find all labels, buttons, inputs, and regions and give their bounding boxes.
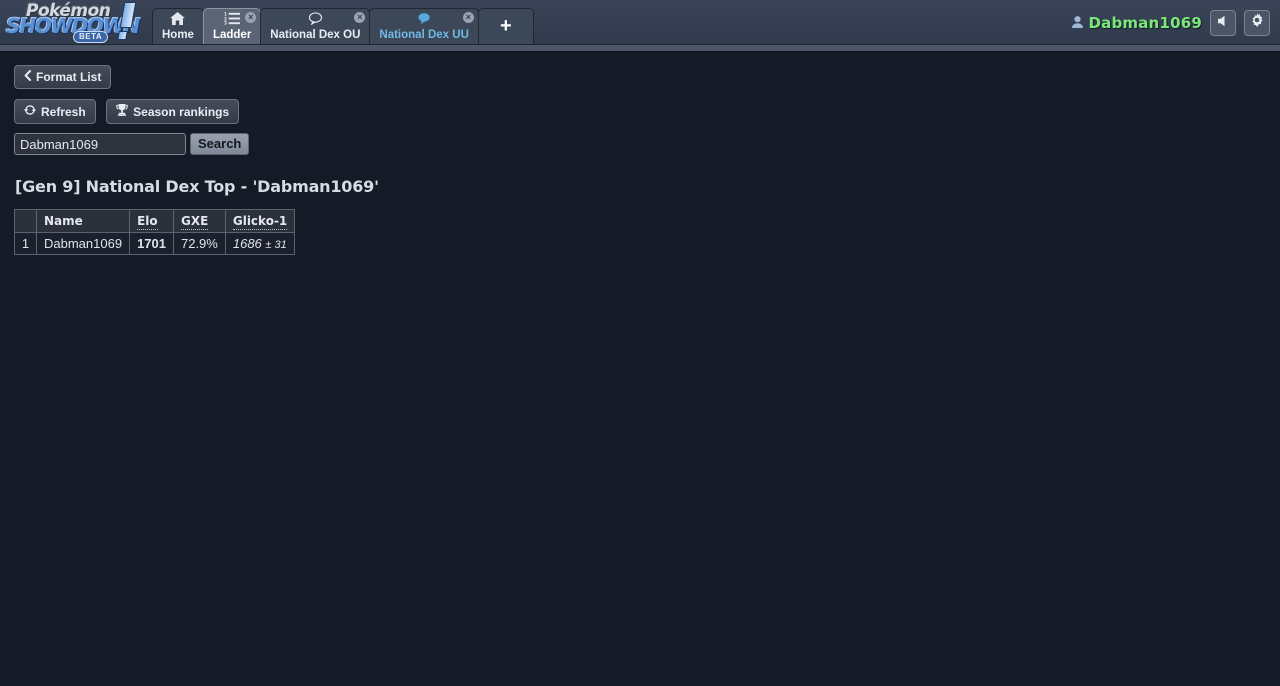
username-button[interactable]: Dabman1069 — [1071, 14, 1203, 32]
refresh-label: Refresh — [41, 104, 86, 119]
column-header-elo-label: Elo — [137, 214, 158, 230]
column-header-elo[interactable]: Elo — [129, 209, 174, 233]
column-header-name: Name — [35, 209, 131, 233]
column-header-glicko-label: Glicko-1 — [232, 214, 288, 230]
svg-text:3: 3 — [224, 21, 227, 25]
cell-gxe: 72.9% — [172, 232, 226, 255]
cell-rank: 1 — [14, 232, 37, 255]
page-title: [Gen 9] National Dex Top - 'Dabman1069' — [15, 177, 379, 196]
tab-national-dex-uu-close-icon[interactable]: × — [462, 12, 474, 23]
search-row: Search — [14, 133, 1280, 155]
column-header-rank — [14, 209, 37, 233]
chevron-left-icon — [24, 70, 31, 84]
actions-row: Refresh Season rankings — [14, 99, 1280, 124]
search-input[interactable] — [14, 133, 186, 155]
trophy-icon — [116, 104, 128, 119]
tab-ladder[interactable]: 1 2 3 Ladder × — [202, 8, 262, 44]
logo-exclamation-dot-icon — [117, 31, 128, 40]
tab-national-dex-ou[interactable]: National Dex OU × — [260, 8, 371, 44]
column-header-glicko[interactable]: Glicko-1 — [224, 209, 296, 233]
cell-glicko-deviation: ± 31 — [265, 239, 287, 251]
tab-national-dex-ou-label: National Dex OU — [270, 29, 361, 41]
tab-ladder-label: Ladder — [212, 29, 252, 41]
refresh-icon — [24, 104, 36, 119]
tab-home-label: Home — [162, 29, 194, 41]
column-header-gxe[interactable]: GXE — [172, 209, 226, 233]
pokemon-showdown-logo[interactable]: Pokémon SHOWDOWN BETA — [4, 0, 150, 44]
table-header-row: Name Elo GXE Glicko-1 — [14, 209, 296, 233]
username-label: Dabman1069 — [1088, 14, 1202, 32]
new-tab-button[interactable]: + — [477, 8, 534, 44]
home-icon — [170, 12, 186, 28]
column-header-gxe-label: GXE — [180, 214, 209, 230]
settings-gear-button[interactable] — [1244, 10, 1270, 36]
tab-home[interactable]: Home — [152, 8, 204, 44]
format-list-label: Format List — [36, 70, 102, 84]
tab-national-dex-ou-close-icon[interactable]: × — [354, 12, 366, 23]
user-icon — [1071, 16, 1083, 32]
user-bar: Dabman1069 — [1071, 10, 1270, 36]
cell-name-label: Dabman1069 — [44, 236, 123, 251]
refresh-button[interactable]: Refresh — [14, 99, 96, 124]
ladder-table: Name Elo GXE Glicko-1 1 Dabman1069 1701 … — [14, 209, 296, 255]
chat-bubble-alert-icon — [417, 12, 432, 28]
header-divider — [0, 44, 1280, 52]
cell-glicko: 1686 ± 31 — [224, 232, 296, 255]
logo-beta-badge: BETA — [73, 31, 109, 43]
season-rankings-label: Season rankings — [133, 104, 230, 119]
ladder-page: Format List Refresh Season rankings Dabm… — [0, 53, 1280, 686]
tab-bar: Home 1 2 3 Ladder × National Dex OU × Na… — [152, 8, 534, 44]
tab-ladder-close-icon[interactable]: × — [245, 12, 257, 23]
format-list-button[interactable]: Format List — [14, 65, 112, 89]
cell-name[interactable]: Dabman1069 — [35, 232, 131, 255]
chat-bubble-icon — [308, 12, 323, 28]
app-header: Pokémon SHOWDOWN BETA Home 1 2 3 Ladder … — [0, 0, 1280, 52]
tab-national-dex-uu[interactable]: National Dex UU × — [369, 8, 479, 44]
season-rankings-button[interactable]: Season rankings — [106, 99, 240, 124]
search-button[interactable]: Search — [190, 133, 250, 155]
table-row: 1 Dabman1069 1701 72.9% 1686 ± 31 — [14, 232, 296, 255]
cell-glicko-value: 1686 — [232, 236, 262, 251]
tab-national-dex-uu-label: National Dex UU — [379, 29, 469, 41]
list-ordered-icon: 1 2 3 — [224, 12, 241, 28]
sound-button[interactable] — [1210, 10, 1236, 36]
cell-elo: 1701 — [129, 232, 174, 255]
format-list-row: Format List — [14, 65, 1280, 89]
